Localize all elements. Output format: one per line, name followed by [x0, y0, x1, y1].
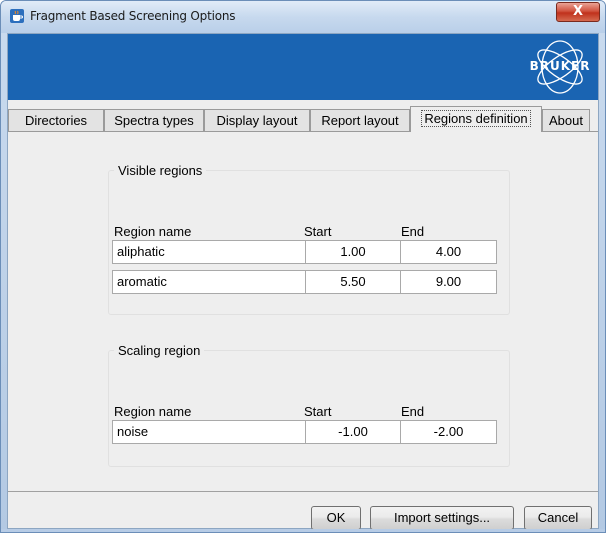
region-name-field[interactable]: aromatic	[112, 270, 306, 294]
tab-spectra-types[interactable]: Spectra types	[104, 109, 204, 131]
tab-label: Display layout	[216, 113, 298, 128]
tab-label: Regions definition	[421, 110, 531, 127]
tab-label: Directories	[24, 113, 88, 128]
end-header: End	[401, 224, 425, 239]
header-banner: BRUKER	[8, 34, 598, 100]
region-start-field[interactable]: -1.00	[305, 420, 401, 444]
start-header: Start	[304, 224, 332, 239]
dialog-content: BRUKER Directories Spectra types Display…	[7, 33, 599, 530]
tab-display-layout[interactable]: Display layout	[204, 109, 310, 131]
title-bar[interactable]: Fragment Based Screening Options X	[1, 1, 605, 33]
close-button[interactable]: X	[556, 2, 600, 22]
tab-label: About	[549, 113, 583, 128]
window-title: Fragment Based Screening Options	[30, 9, 236, 23]
region-end-field[interactable]: 9.00	[400, 270, 497, 294]
java-cup-icon	[10, 9, 24, 23]
scaling-region-group: Scaling region Region name Start End noi…	[108, 343, 510, 467]
window-frame-bottom	[1, 529, 605, 532]
import-settings-button[interactable]: Import settings...	[370, 506, 514, 530]
logo-text: BRUKER	[529, 59, 591, 73]
button-bar: OK Import settings... Cancel	[8, 491, 598, 530]
region-name-field[interactable]: aliphatic	[112, 240, 306, 264]
tab-about[interactable]: About	[542, 109, 590, 131]
scaling-region-legend: Scaling region	[118, 343, 201, 358]
ok-button[interactable]: OK	[311, 506, 361, 530]
region-start-field[interactable]: 1.00	[305, 240, 401, 264]
regions-definition-panel: Visible regions Region name Start End al…	[8, 131, 598, 491]
region-name-header: Region name	[114, 224, 192, 239]
region-end-field[interactable]: -2.00	[400, 420, 497, 444]
start-header: Start	[304, 404, 332, 419]
window-frame-right	[599, 33, 605, 529]
bruker-logo: BRUKER	[528, 39, 592, 95]
region-end-field[interactable]: 4.00	[400, 240, 497, 264]
region-start-field[interactable]: 5.50	[305, 270, 401, 294]
tab-report-layout[interactable]: Report layout	[310, 109, 410, 131]
tab-regions-definition[interactable]: Regions definition	[410, 106, 542, 132]
region-name-field[interactable]: noise	[112, 420, 306, 444]
tab-label: Spectra types	[114, 113, 194, 128]
visible-regions-group: Visible regions Region name Start End al…	[108, 163, 510, 315]
options-dialog: Fragment Based Screening Options X BRUKE…	[0, 0, 606, 533]
tab-label: Report layout	[321, 113, 399, 128]
end-header: End	[401, 404, 425, 419]
close-icon: X	[572, 4, 584, 19]
window-frame-left	[1, 33, 7, 529]
region-name-header: Region name	[114, 404, 192, 419]
tab-directories[interactable]: Directories	[8, 109, 104, 131]
tab-strip: Directories Spectra types Display layout…	[8, 106, 598, 132]
visible-regions-legend: Visible regions	[118, 163, 203, 178]
cancel-button[interactable]: Cancel	[524, 506, 592, 530]
